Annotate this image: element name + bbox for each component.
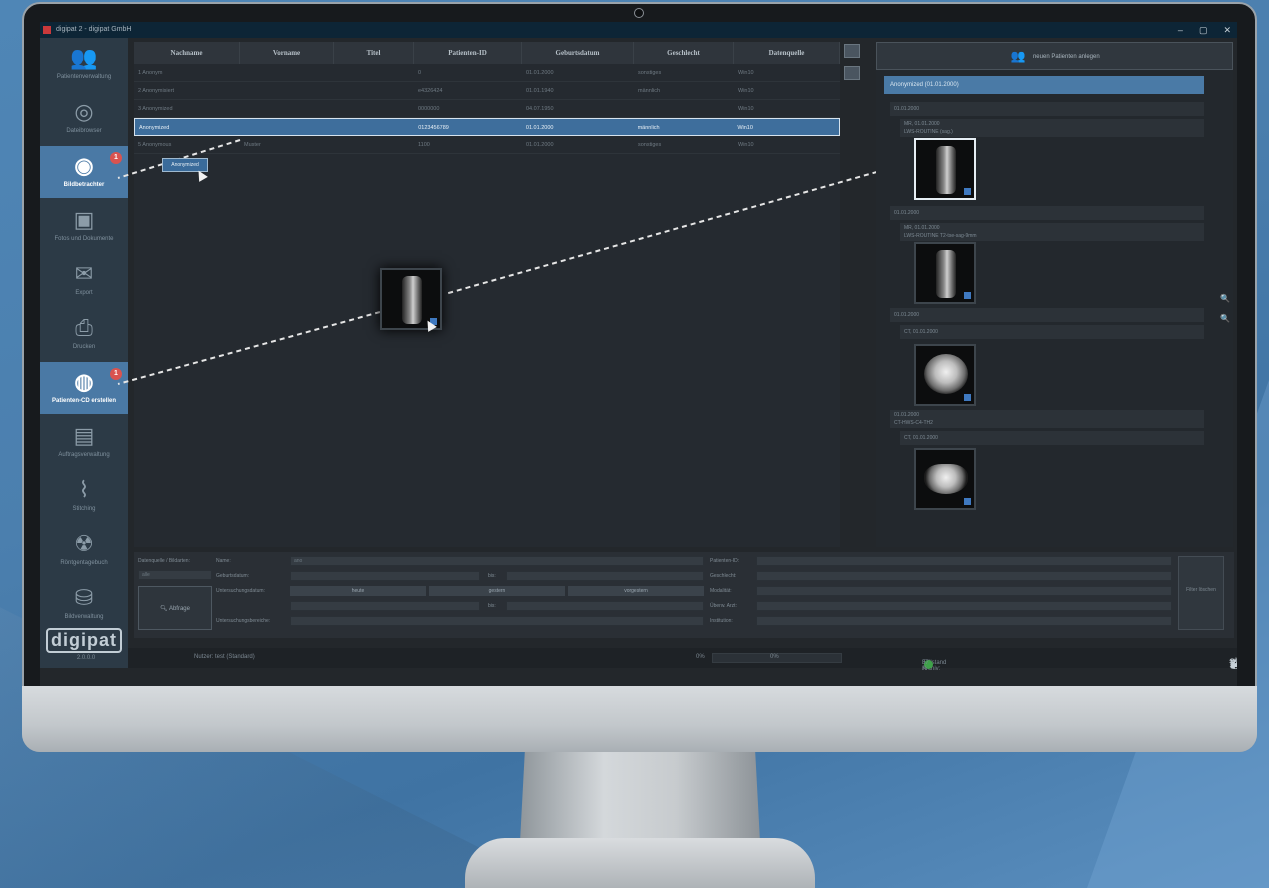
series-marker-icon (964, 292, 971, 299)
search-panel: Datenquelle / Bildarten: alle 🔍︎ Abfrage… (134, 552, 1234, 638)
exam-area-field[interactable] (290, 616, 704, 626)
series-row[interactable]: MR, 01.01.2000 LWS-ROUTINE T2-tse-sag-9m… (900, 223, 1204, 241)
exam-date-from-field[interactable] (290, 601, 480, 611)
study-row[interactable]: 01.01.2000 (890, 308, 1204, 322)
modality-label: Modalität: (710, 588, 732, 594)
mri-image (936, 146, 956, 194)
exam-date-to-field[interactable] (506, 601, 704, 611)
yesterday-button[interactable]: gestern (429, 586, 565, 596)
name-label: Name: (216, 558, 231, 564)
series-title: MR, 01.01.2000 (904, 121, 940, 127)
grid-view-icon[interactable] (844, 66, 860, 80)
series-marker-icon (964, 188, 971, 195)
exit-icon[interactable]: ✕ (1229, 657, 1237, 670)
patient-id-field[interactable] (756, 556, 1172, 566)
series-row[interactable]: CT, 01.01.2000 (900, 431, 1204, 445)
patient-id-label: Patienten-ID: (710, 558, 740, 564)
modality-select[interactable] (756, 586, 1172, 596)
zoom-in-icon[interactable]: 🔍 (1220, 294, 1230, 303)
series-row[interactable]: CT, 01.01.2000 (900, 325, 1204, 339)
referrer-field[interactable] (756, 601, 1172, 611)
exam-area-label: Untersuchungsbereiche: (216, 618, 271, 624)
new-patient-button[interactable]: 👥 neuen Patienten anlegen (876, 42, 1233, 70)
query-button-label: Abfrage (168, 606, 190, 612)
monitor-stand (520, 752, 760, 842)
series-marker-icon (964, 498, 971, 505)
birthdate-to-field[interactable] (506, 571, 704, 581)
drag-line (444, 161, 913, 295)
series-desc: LWS-ROUTINE (sag.) (904, 129, 953, 135)
progress-label: 0% (770, 654, 779, 660)
source-select[interactable]: alle (138, 570, 212, 580)
new-patient-label: neuen Patienten anlegen (1032, 54, 1100, 60)
study-row[interactable]: 01.01.2000 (890, 206, 1204, 220)
archive-value: 37 % (922, 660, 929, 672)
image-thumbnail[interactable] (914, 344, 976, 406)
zoom-out-icon[interactable]: 🔍 (1220, 314, 1230, 323)
search-icon: 🔍︎ (160, 606, 169, 612)
image-thumbnail[interactable] (914, 448, 976, 510)
camera-icon (634, 8, 644, 18)
mri-image (936, 250, 956, 298)
source-label: Datenquelle / Bildarten: (138, 558, 190, 564)
progress-label: 0% (696, 654, 705, 660)
table-tools (844, 44, 864, 88)
referrer-label: Überw. Arzt: (710, 603, 737, 609)
image-thumbnail-selected[interactable] (914, 138, 976, 200)
monitor-foot (465, 838, 815, 888)
day-before-button[interactable]: vorgestern (568, 586, 704, 596)
mri-image (402, 276, 422, 324)
today-button[interactable]: heute (290, 586, 426, 596)
birthdate-from-field[interactable] (290, 571, 480, 581)
user-label: Nutzer: test (Standard) (194, 654, 255, 660)
study-panel: 👥 neuen Patienten anlegen Anonymized (01… (876, 42, 1233, 547)
until-label: bis: (488, 573, 496, 579)
status-bar: Nutzer: test (Standard) 0% 0% Füllstand … (128, 648, 1237, 672)
ct-image (924, 354, 968, 394)
ct-image (924, 464, 968, 494)
gender-select[interactable] (756, 571, 1172, 581)
name-field[interactable]: ano (290, 556, 704, 566)
drag-line (117, 311, 381, 385)
series-desc: LWS-ROUTINE T2-tse-sag-9mm (904, 233, 977, 239)
list-view-icon[interactable] (844, 44, 860, 58)
series-title: MR, 01.01.2000 (904, 225, 940, 231)
query-button[interactable]: 🔍︎ Abfrage (138, 586, 212, 630)
clear-filter-button[interactable]: Filter löschen (1178, 556, 1224, 630)
institution-field[interactable] (756, 616, 1172, 626)
gender-label: Geschlecht: (710, 573, 737, 579)
institution-label: Institution: (710, 618, 733, 624)
exam-date-label: Untersuchungsdatum: (216, 588, 265, 594)
add-patient-icon: 👥 (1010, 49, 1026, 64)
image-thumbnail[interactable] (914, 242, 976, 304)
study-desc: CT-HWS-C4-TH2 (894, 420, 933, 426)
monitor-chin (22, 686, 1257, 752)
app-screen: digipat 2 - digipat GmbH – ▢ ✕ 👥 Patient… (40, 22, 1237, 686)
series-title: CT, 01.01.2000 (904, 329, 938, 335)
study-date: 01.01.2000 (894, 412, 920, 418)
until-label: bis: (488, 603, 496, 609)
series-row[interactable]: MR, 01.01.2000 LWS-ROUTINE (sag.) (900, 119, 1204, 137)
study-row[interactable]: 01.01.2000 (890, 102, 1204, 116)
birthdate-label: Geburtsdatum: (216, 573, 250, 579)
study-row[interactable]: 01.01.2000 CT-HWS-C4-TH2 (890, 410, 1204, 428)
series-marker-icon (964, 394, 971, 401)
series-title: CT, 01.01.2000 (904, 435, 938, 441)
patient-tree-header[interactable]: Anonymized (01.01.2000) (884, 76, 1204, 94)
